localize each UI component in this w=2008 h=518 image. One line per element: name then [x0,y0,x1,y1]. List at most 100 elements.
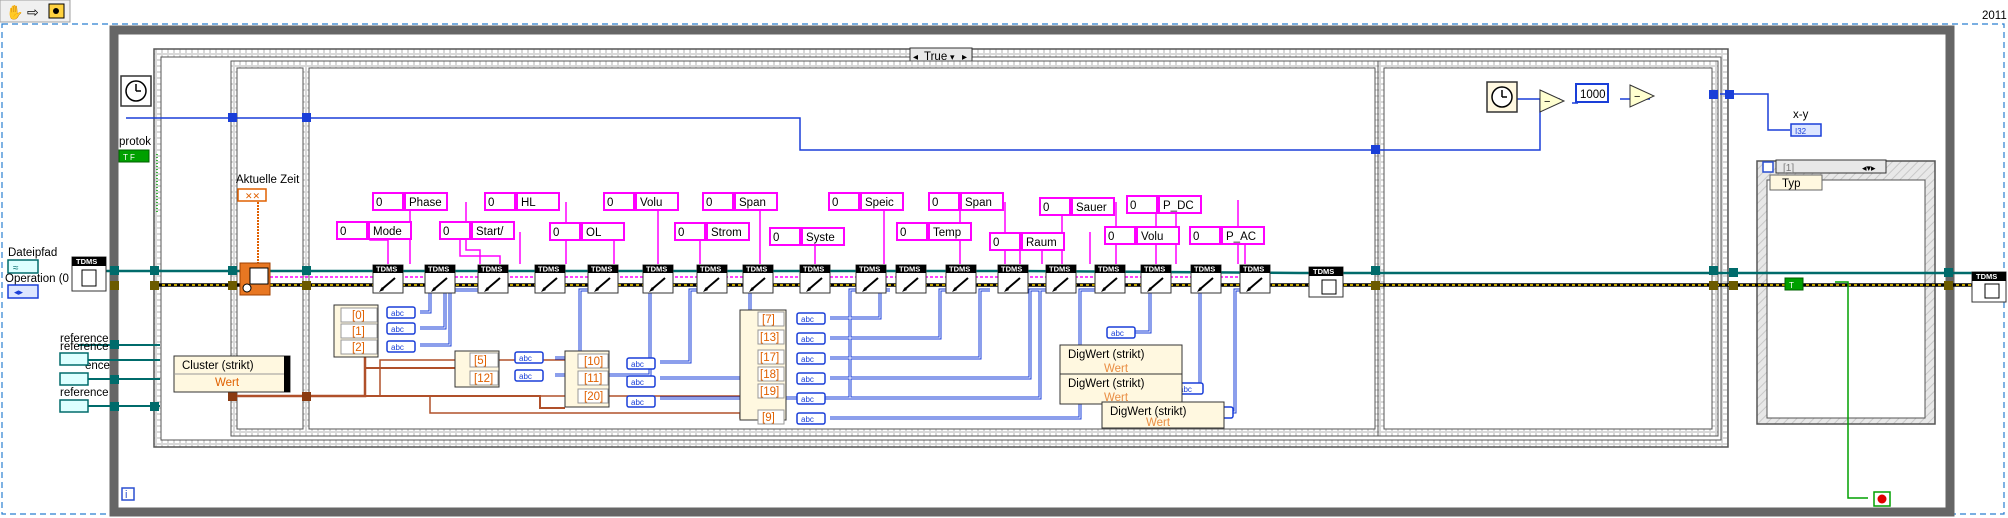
channel-constant[interactable]: 0 Span [928,192,1004,211]
channel-constant-number: 0 [607,197,613,209]
index-10: [10] [584,356,603,368]
channel-constant[interactable]: 0 Strom [674,222,750,241]
operation-control[interactable]: ◂▸ [7,284,39,299]
channel-constant[interactable]: 0 Speic [828,192,904,211]
channel-constant[interactable]: 0 Span [702,192,778,211]
channel-constant[interactable]: 0 OL [549,222,625,241]
inner-case-index: [1] [1783,163,1794,174]
svg-text:TDMS: TDMS [428,265,449,274]
svg-text:−: − [1634,91,1640,103]
index-12: [12] [474,373,493,385]
get-time-node [239,262,271,296]
svg-text:◂▸: ◂▸ [14,287,24,297]
arrow-tool-icon[interactable]: ⇨ [27,4,39,20]
reference-control-3[interactable] [59,399,89,413]
dbl-tag-label: abc [391,309,404,318]
hand-tool-icon[interactable]: ✋ [6,4,23,20]
channel-constant[interactable]: 0 Sauer [1039,197,1115,216]
channel-constant-number: 0 [1193,231,1199,243]
inner-case-body [1766,179,1926,419]
dbl-indicator-tag: abc [386,306,416,319]
index-11: [11] [584,373,602,385]
svg-text:◂▾▸: ◂▾▸ [1862,163,1876,173]
channel-constant-number: 0 [832,197,838,209]
channel-constant-name: Strom [711,227,742,239]
dateipfad-control[interactable]: ≈ [7,259,39,274]
dbl-tag-label: abc [631,378,644,387]
channel-constant-name: Phase [409,197,442,209]
channel-constant[interactable]: 0 HL [484,192,560,211]
channel-constant-number: 0 [678,227,684,239]
dbl-indicator-tag: abc [626,395,656,408]
dbl-tag-label: abc [801,415,814,424]
channel-constant[interactable]: 0 Mode [336,221,412,240]
channel-constant[interactable]: 0 P_AC [1189,226,1265,245]
info-label: i [125,489,127,501]
channel-constant[interactable]: 0 Start/ [439,221,515,240]
protok-boolean-control[interactable]: T F [118,149,150,163]
run-highlight-icon[interactable] [48,3,65,19]
index-0: [0] [352,310,365,322]
reference-control-1[interactable] [59,352,89,366]
operation-label: Operation (0 [5,273,69,285]
dbl-indicator-tag: abc [796,312,826,325]
corner-label: 2011 [1982,10,2007,22]
channel-constant[interactable]: 0 Syste [769,227,845,246]
dbl-indicator-tag: abc [626,375,656,388]
channel-constant-number: 0 [993,237,999,249]
digwert-1-label: DigWert (strikt) [1068,349,1145,361]
inner-case-selector[interactable]: [1] ◂▾▸ [1775,159,1887,174]
channel-constant-number: 0 [900,227,906,239]
tdms-write-node: TDMS [424,264,456,294]
dbl-indicator-tag: abc [796,352,826,365]
svg-text:TDMS: TDMS [591,265,612,274]
dbl-indicator-tag: abc [796,372,826,385]
tdms-write-node: TDMS [1239,264,1271,294]
typ-label: Typ [1782,178,1801,190]
dbl-tag-label: abc [801,315,814,324]
svg-text:−: − [1544,96,1550,108]
dbl-indicator-tag: abc [796,412,826,425]
svg-text:TDMS: TDMS [1313,267,1334,276]
channel-constant-number: 0 [1130,200,1136,212]
case-selector-terminal [1762,161,1774,173]
channel-constant[interactable]: 0 Volu [1104,226,1180,245]
true-constant-inner[interactable]: T [1784,277,1804,291]
dbl-tag-label: abc [801,375,814,384]
reference-control-2[interactable] [59,372,89,386]
svg-text:TDMS: TDMS [76,257,97,266]
channel-constant-name: OL [586,227,602,239]
tdms-write-node: TDMS [642,264,674,294]
channel-constant[interactable]: 0 Phase [372,192,448,211]
aktuelle-zeit-indicator: ✕✕ [237,188,267,202]
dbl-indicator-tag: abc [386,322,416,335]
channel-constant[interactable]: 0 Volu [603,192,679,211]
svg-text:TDMS: TDMS [1098,265,1119,274]
dbl-indicator-tag: abc [514,351,544,364]
svg-text:✋: ✋ [6,4,23,20]
channel-constant-name: P_DC [1163,200,1194,212]
index-13: [13] [760,332,779,344]
channel-constant-name: Raum [1026,237,1057,249]
channel-constant[interactable]: 0 Raum [989,232,1065,251]
svg-text:TDMS: TDMS [1144,265,1165,274]
tdms-write-node: TDMS [1140,264,1172,294]
tdms-write-node: TDMS [477,264,509,294]
index-5: [5] [474,355,487,367]
channel-constant[interactable]: 0 Temp [896,222,972,241]
channel-constant[interactable]: 0 P_DC [1126,195,1202,214]
svg-text:T: T [1789,281,1794,290]
dateipfad-label: Dateipfad [8,247,57,259]
tdms-write-node: TDMS [997,264,1029,294]
channel-constant-number: 0 [706,197,712,209]
stop-terminal[interactable] [1873,491,1891,507]
digwert-unbundle-3: DigWert (strikt) Wert [1101,401,1225,429]
svg-text:TDMS: TDMS [1243,265,1264,274]
dbl-tag-label: abc [801,395,814,404]
tdms-write-node: TDMS [855,264,887,294]
i32-label: I32 [1795,127,1807,136]
constant-1000[interactable]: 1000 [1575,83,1609,103]
tdms-write-node: TDMS [895,264,927,294]
channel-constant-name: Sauer [1076,202,1107,214]
channel-constant-number: 0 [1108,231,1114,243]
